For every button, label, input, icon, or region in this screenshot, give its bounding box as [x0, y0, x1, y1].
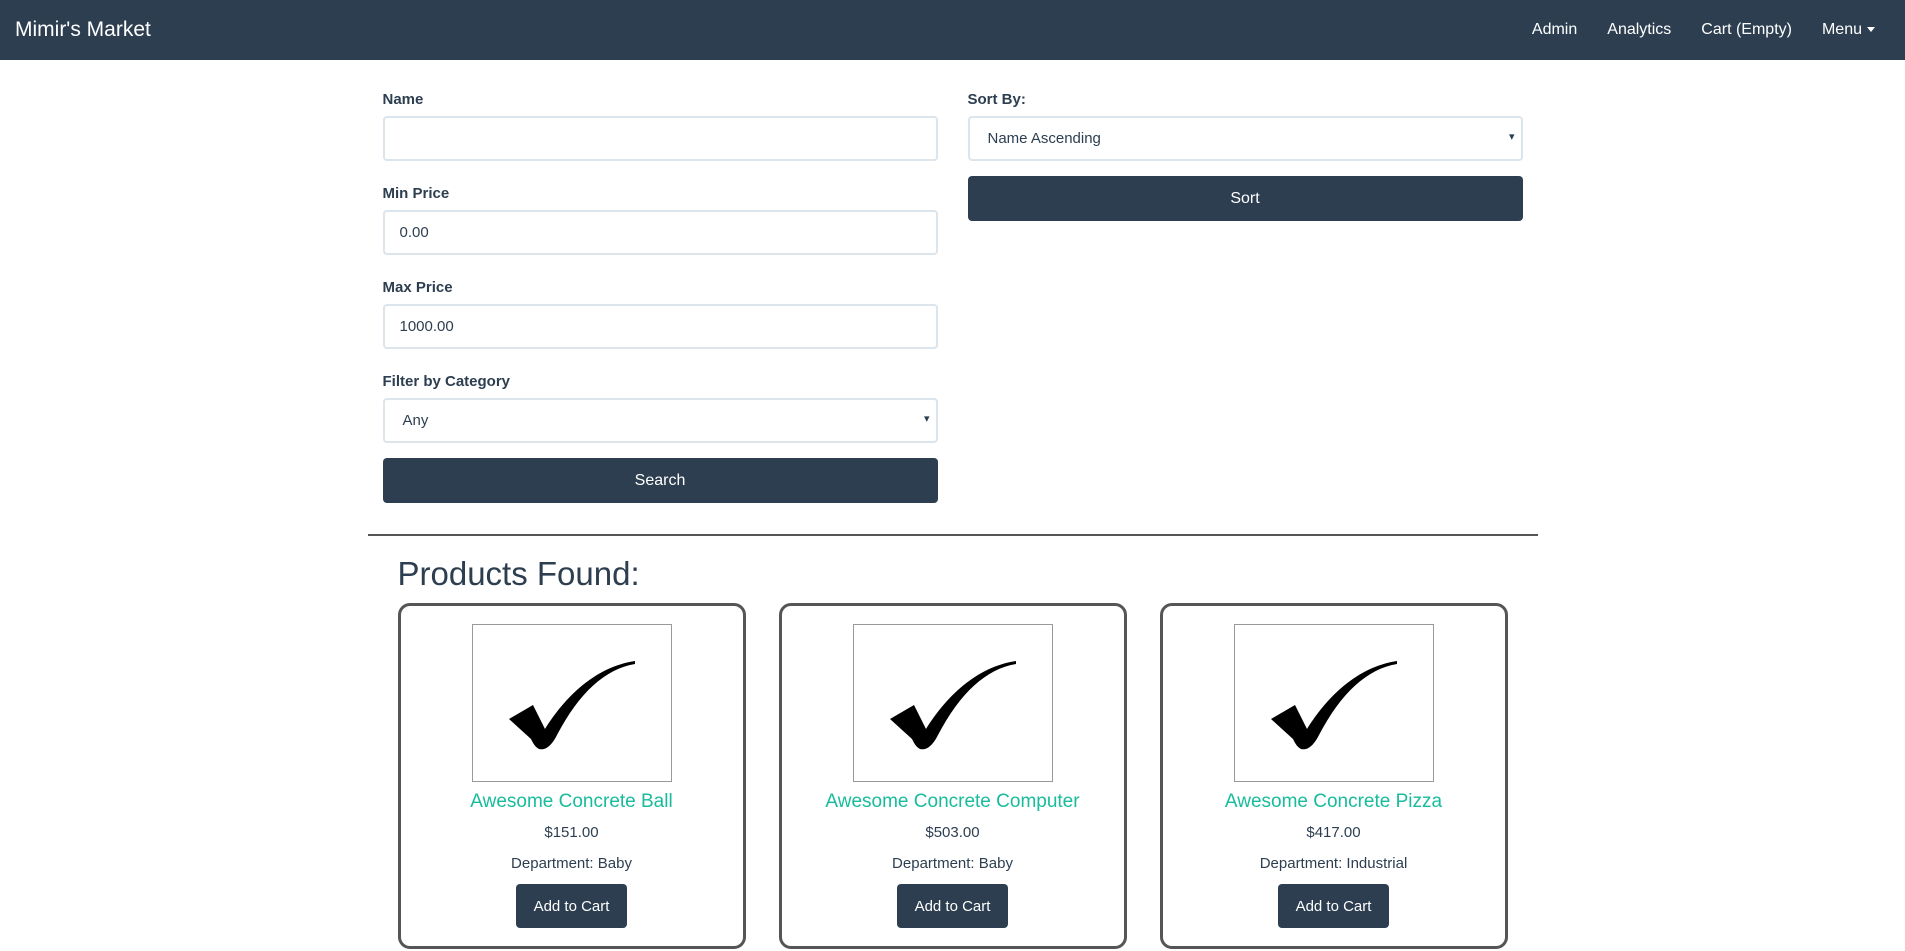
- products-container: Products Found: Awesome Concrete Ball $1…: [368, 555, 1538, 949]
- add-to-cart-button[interactable]: Add to Cart: [1278, 884, 1389, 928]
- product-name-link[interactable]: Awesome Concrete Computer: [825, 791, 1079, 813]
- product-price: $151.00: [544, 824, 599, 841]
- sort-form: Sort By: Name Ascending ▾ Sort: [967, 91, 1523, 503]
- product-price: $503.00: [925, 824, 980, 841]
- min-price-input[interactable]: [382, 210, 938, 255]
- product-card: Awesome Concrete Computer $503.00 Depart…: [778, 603, 1127, 949]
- add-to-cart-button[interactable]: Add to Cart: [897, 884, 1008, 928]
- category-select[interactable]: Any ▾: [382, 398, 938, 443]
- product-department: Department: Industrial: [1259, 855, 1408, 872]
- product-department: Department: Baby: [511, 855, 632, 872]
- name-label: Name: [382, 91, 424, 108]
- filter-form-row: Name Min Price Max Price Filter by Categ…: [382, 60, 1523, 503]
- max-price-input[interactable]: [382, 304, 938, 349]
- products-heading: Products Found:: [397, 555, 640, 592]
- min-price-group: Min Price: [382, 185, 938, 255]
- main-container: Name Min Price Max Price Filter by Categ…: [368, 60, 1538, 503]
- max-price-label: Max Price: [382, 279, 453, 296]
- dropdown-arrow-icon: ▾: [1508, 131, 1515, 143]
- search-form: Name Min Price Max Price Filter by Categ…: [382, 91, 938, 503]
- checkmark-icon: [889, 661, 1016, 750]
- product-name-link[interactable]: Awesome Concrete Pizza: [1225, 791, 1442, 813]
- sort-button[interactable]: Sort: [967, 176, 1523, 221]
- checkmark-icon: [1270, 661, 1397, 750]
- category-group: Filter by Category Any ▾: [382, 373, 938, 443]
- name-group: Name: [382, 91, 938, 161]
- nav-cart-link[interactable]: Cart (Empty): [1701, 21, 1792, 39]
- name-input[interactable]: [382, 116, 938, 161]
- caret-down-icon: [1867, 27, 1875, 33]
- dropdown-arrow-icon: ▾: [923, 413, 930, 425]
- navbar: Mimir's Market Admin Analytics Cart (Emp…: [0, 0, 1905, 60]
- sort-label: Sort By:: [967, 91, 1026, 108]
- nav-admin-link[interactable]: Admin: [1532, 21, 1577, 39]
- product-grid: Awesome Concrete Ball $151.00 Department…: [383, 603, 1523, 949]
- search-button[interactable]: Search: [382, 458, 938, 503]
- checkmark-icon: [508, 661, 635, 750]
- sort-selected-value: Name Ascending: [987, 130, 1101, 147]
- nav-analytics-link[interactable]: Analytics: [1607, 21, 1671, 39]
- category-selected-value: Any: [402, 412, 429, 429]
- product-card: Awesome Concrete Pizza $417.00 Departmen…: [1159, 603, 1508, 949]
- product-name-link[interactable]: Awesome Concrete Ball: [470, 791, 672, 813]
- add-to-cart-button[interactable]: Add to Cart: [516, 884, 627, 928]
- menu-label: Menu: [1821, 21, 1862, 38]
- section-divider: [367, 534, 1538, 536]
- max-price-group: Max Price: [382, 279, 938, 349]
- product-image[interactable]: [852, 624, 1053, 782]
- product-card: Awesome Concrete Ball $151.00 Department…: [397, 603, 746, 949]
- product-price: $417.00: [1306, 824, 1361, 841]
- min-price-label: Min Price: [382, 185, 450, 202]
- product-department: Department: Baby: [892, 855, 1013, 872]
- nav-menu-dropdown[interactable]: Menu: [1822, 21, 1875, 39]
- nav-links: Admin Analytics Cart (Empty) Menu: [1532, 21, 1875, 39]
- product-image[interactable]: [471, 624, 672, 782]
- brand-link[interactable]: Mimir's Market: [15, 18, 151, 42]
- category-label: Filter by Category: [382, 373, 511, 390]
- sort-select[interactable]: Name Ascending ▾: [967, 116, 1523, 161]
- product-image[interactable]: [1233, 624, 1434, 782]
